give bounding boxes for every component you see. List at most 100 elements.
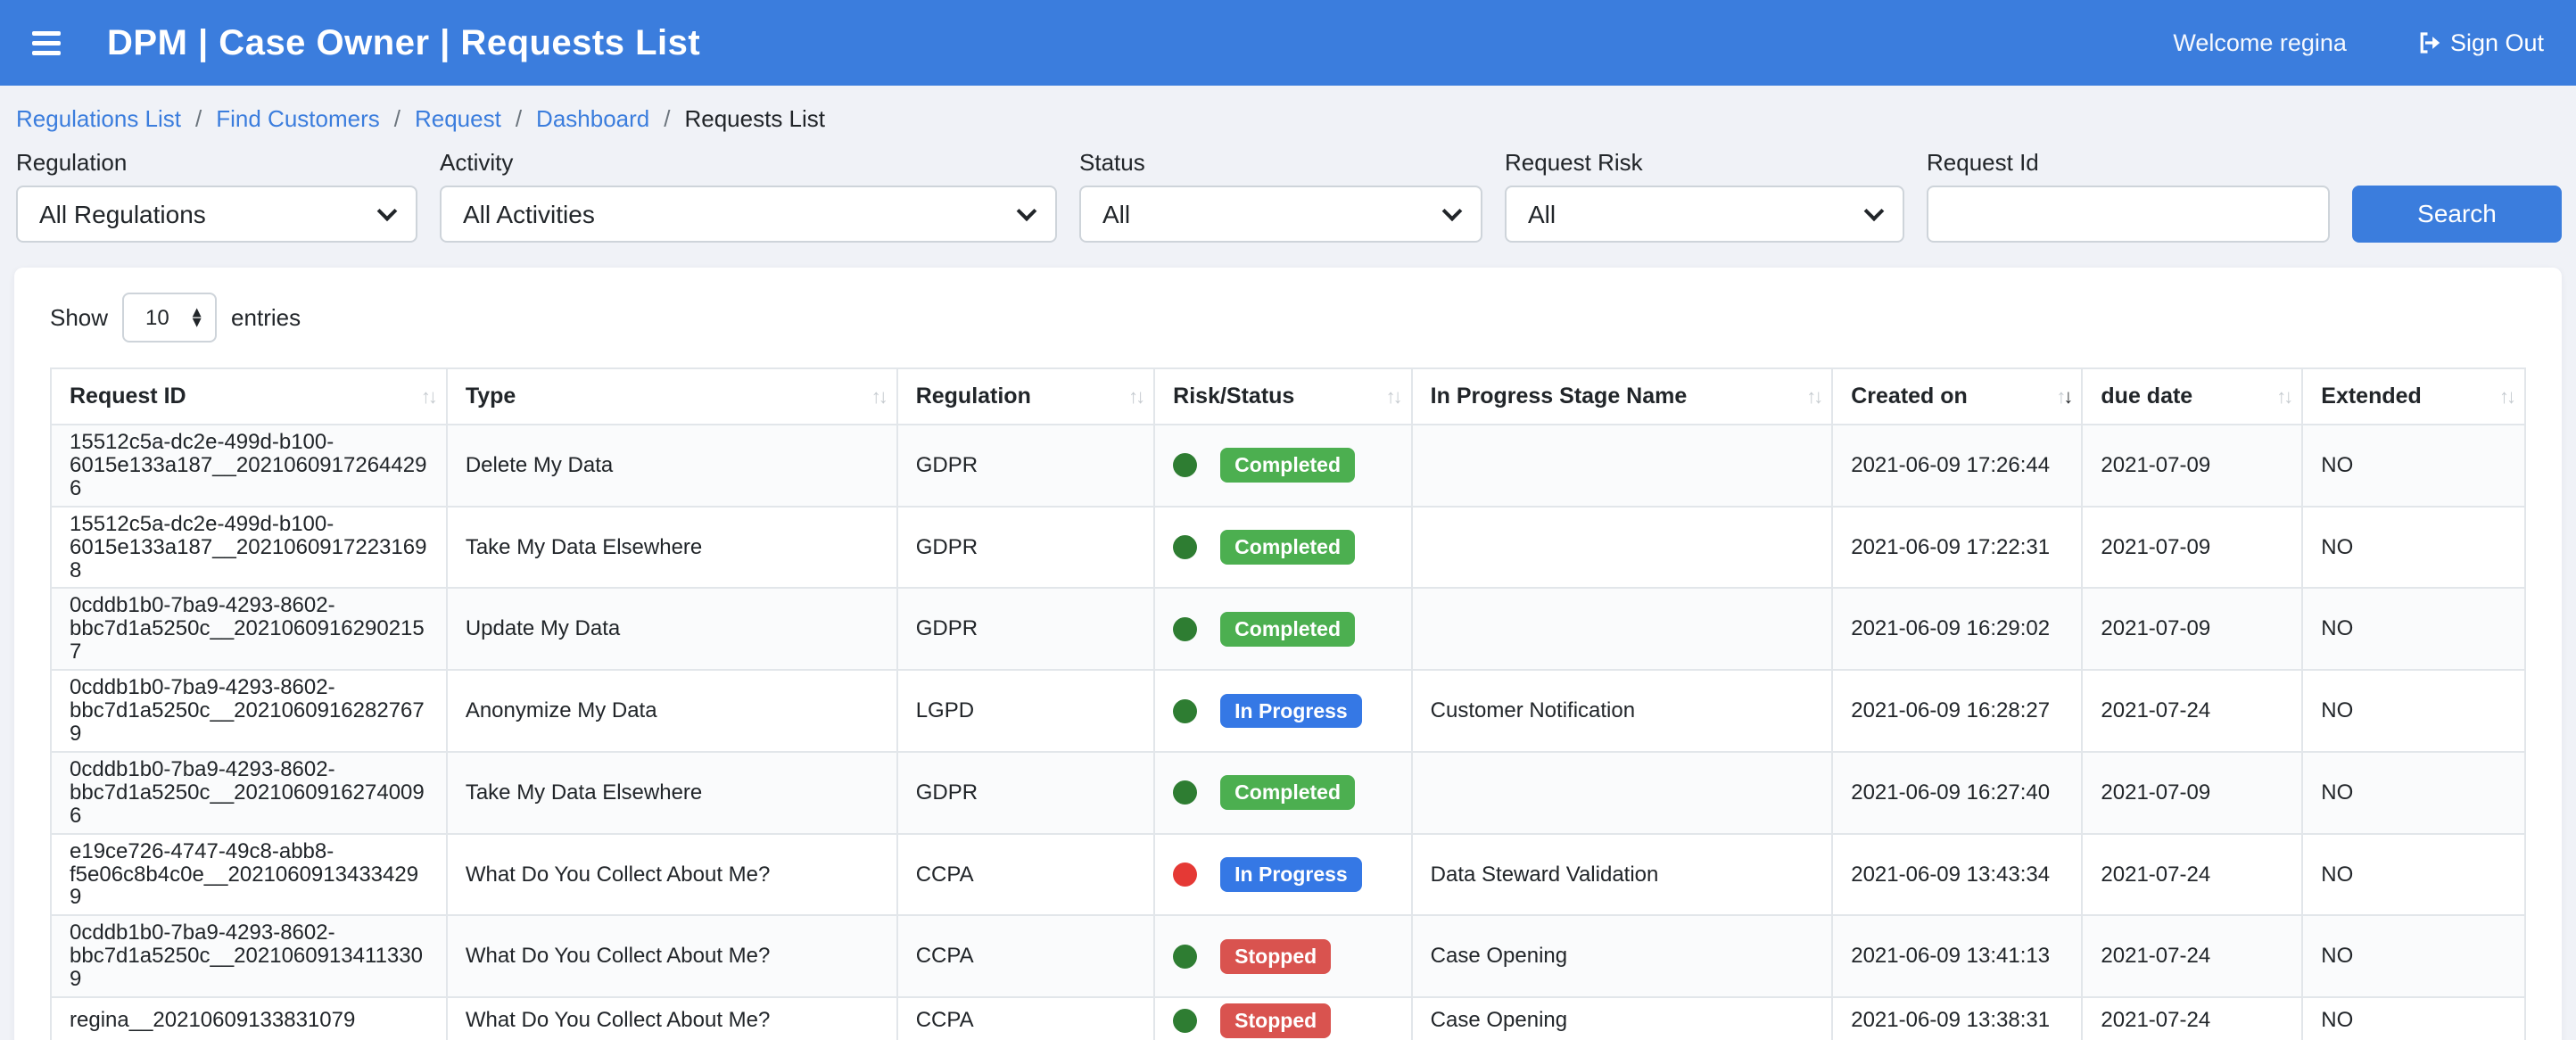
sort-desc-icon: ↓ xyxy=(2506,385,2514,408)
sort-desc-icon: ↓ xyxy=(1393,385,1400,408)
table-row: 0cddb1b0-7ba9-4293-8602-bbc7d1a5250c__20… xyxy=(51,915,2525,997)
column-header-regulation[interactable]: Regulation↑↓ xyxy=(897,368,1154,425)
due-date-cell: 2021-07-09 xyxy=(2082,588,2302,670)
status-badge: Completed xyxy=(1220,775,1355,810)
stage-name-cell xyxy=(1412,507,1833,589)
table-row: 0cddb1b0-7ba9-4293-8602-bbc7d1a5250c__20… xyxy=(51,588,2525,670)
sort-asc-icon: ↑ xyxy=(2499,385,2506,408)
due-date-cell: 2021-07-24 xyxy=(2082,997,2302,1040)
regulation-cell: GDPR xyxy=(897,588,1154,670)
regulation-select[interactable]: All Regulations xyxy=(16,186,417,243)
status-badge: Completed xyxy=(1220,530,1355,565)
type-cell: Take My Data Elsewhere xyxy=(447,507,897,589)
risk-dot-green-icon xyxy=(1173,945,1197,969)
column-header-risk-status[interactable]: Risk/Status ↑↓ xyxy=(1154,368,1411,425)
extended-cell: NO xyxy=(2302,670,2525,752)
column-header-type[interactable]: Type↑↓ xyxy=(447,368,897,425)
risk-status-cell: In Progress xyxy=(1154,670,1411,752)
request-id-filter-group: Request Id xyxy=(1927,149,2330,243)
column-header-in-progress-stage-name[interactable]: In Progress Stage Name↑↓ xyxy=(1412,368,1833,425)
regulation-label: Regulation xyxy=(16,149,417,177)
regulation-cell: GDPR xyxy=(897,507,1154,589)
status-badge: In Progress xyxy=(1220,694,1362,729)
sort-asc-icon: ↑ xyxy=(871,385,879,408)
due-date-cell: 2021-07-24 xyxy=(2082,915,2302,997)
table-header-row: Request ID↑↓Type↑↓Regulation↑↓Risk/Statu… xyxy=(51,368,2525,425)
request-risk-label: Request Risk xyxy=(1505,149,1904,177)
column-header-request-id[interactable]: Request ID↑↓ xyxy=(51,368,447,425)
extended-cell: NO xyxy=(2302,588,2525,670)
column-header-label: due date xyxy=(2101,384,2192,409)
sort-desc-icon: ↓ xyxy=(428,385,435,408)
column-header-created-on[interactable]: Created on↑↓ xyxy=(1832,368,2082,425)
risk-status-cell: Stopped xyxy=(1154,997,1411,1040)
table-row: e19ce726-4747-49c8-abb8-f5e06c8b4c0e__20… xyxy=(51,834,2525,916)
breadcrumb: Regulations List / Find Customers / Requ… xyxy=(0,86,2576,144)
due-date-cell: 2021-07-24 xyxy=(2082,670,2302,752)
created-on-cell: 2021-06-09 13:41:13 xyxy=(1832,915,2082,997)
sort-arrows-icon: ↑↓ xyxy=(2499,385,2514,409)
sort-asc-icon: ↑ xyxy=(1806,385,1813,408)
page-size-select[interactable]: 10 xyxy=(122,293,217,343)
risk-status-cell: Completed xyxy=(1154,507,1411,589)
search-button[interactable]: Search xyxy=(2352,186,2562,243)
request-risk-select[interactable]: All xyxy=(1505,186,1904,243)
breadcrumb-link-find-customers[interactable]: Find Customers xyxy=(216,105,380,133)
sign-out-button[interactable]: Sign Out xyxy=(2416,29,2544,57)
breadcrumb-separator: / xyxy=(516,105,522,133)
status-select[interactable]: All xyxy=(1079,186,1482,243)
risk-status-cell: In Progress xyxy=(1154,834,1411,916)
sort-arrows-icon: ↑↓ xyxy=(421,385,435,409)
created-on-cell: 2021-06-09 16:27:40 xyxy=(1832,752,2082,834)
sign-out-icon xyxy=(2416,29,2443,56)
sort-arrows-icon: ↑↓ xyxy=(2276,385,2291,409)
stage-name-cell xyxy=(1412,752,1833,834)
column-header-due-date[interactable]: due date ↑↓ xyxy=(2082,368,2302,425)
status-badge: Stopped xyxy=(1220,1003,1331,1038)
stage-name-cell: Data Steward Validation xyxy=(1412,834,1833,916)
regulation-cell: CCPA xyxy=(897,834,1154,916)
breadcrumb-current: Requests List xyxy=(684,105,825,133)
activity-select[interactable]: All Activities xyxy=(440,186,1057,243)
requests-card: Show 10 ▲ ▼ entries Request ID↑↓Type↑↓Re… xyxy=(14,268,2562,1040)
column-header-label: Risk/Status xyxy=(1173,384,1294,409)
column-header-label: In Progress Stage Name xyxy=(1431,384,1688,409)
extended-cell: NO xyxy=(2302,834,2525,916)
sort-asc-icon: ↑ xyxy=(421,385,428,408)
request-id-label: Request Id xyxy=(1927,149,2330,177)
status-badge: Stopped xyxy=(1220,939,1331,974)
regulation-cell: CCPA xyxy=(897,997,1154,1040)
breadcrumb-link-dashboard[interactable]: Dashboard xyxy=(536,105,649,133)
request-id-cell: 0cddb1b0-7ba9-4293-8602-bbc7d1a5250c__20… xyxy=(51,752,447,834)
activity-label: Activity xyxy=(440,149,1057,177)
type-cell: What Do You Collect About Me? xyxy=(447,915,897,997)
welcome-text: Welcome regina xyxy=(2173,29,2347,57)
table-row: 0cddb1b0-7ba9-4293-8602-bbc7d1a5250c__20… xyxy=(51,752,2525,834)
sort-desc-icon: ↓ xyxy=(1135,385,1143,408)
extended-cell: NO xyxy=(2302,915,2525,997)
column-header-extended[interactable]: Extended↑↓ xyxy=(2302,368,2525,425)
created-on-cell: 2021-06-09 13:43:34 xyxy=(1832,834,2082,916)
activity-filter-group: Activity All Activities xyxy=(440,149,1057,243)
hamburger-icon[interactable] xyxy=(32,31,61,55)
entries-label: entries xyxy=(231,304,301,332)
stage-name-cell xyxy=(1412,588,1833,670)
regulation-cell: GDPR xyxy=(897,752,1154,834)
request-id-input[interactable] xyxy=(1927,186,2330,243)
risk-dot-green-icon xyxy=(1173,699,1197,723)
status-badge: In Progress xyxy=(1220,857,1362,892)
stage-name-cell: Case Opening xyxy=(1412,997,1833,1040)
breadcrumb-separator: / xyxy=(195,105,202,133)
breadcrumb-link-request[interactable]: Request xyxy=(415,105,501,133)
type-cell: Update My Data xyxy=(447,588,897,670)
due-date-cell: 2021-07-09 xyxy=(2082,507,2302,589)
created-on-cell: 2021-06-09 13:38:31 xyxy=(1832,997,2082,1040)
risk-dot-green-icon xyxy=(1173,535,1197,559)
breadcrumb-link-regulations-list[interactable]: Regulations List xyxy=(16,105,181,133)
sort-asc-icon: ↑ xyxy=(1386,385,1393,408)
risk-dot-red-icon xyxy=(1173,863,1197,887)
breadcrumb-separator: / xyxy=(664,105,670,133)
column-header-label: Regulation xyxy=(916,384,1031,409)
extended-cell: NO xyxy=(2302,752,2525,834)
table-row: 15512c5a-dc2e-499d-b100-6015e133a187__20… xyxy=(51,507,2525,589)
